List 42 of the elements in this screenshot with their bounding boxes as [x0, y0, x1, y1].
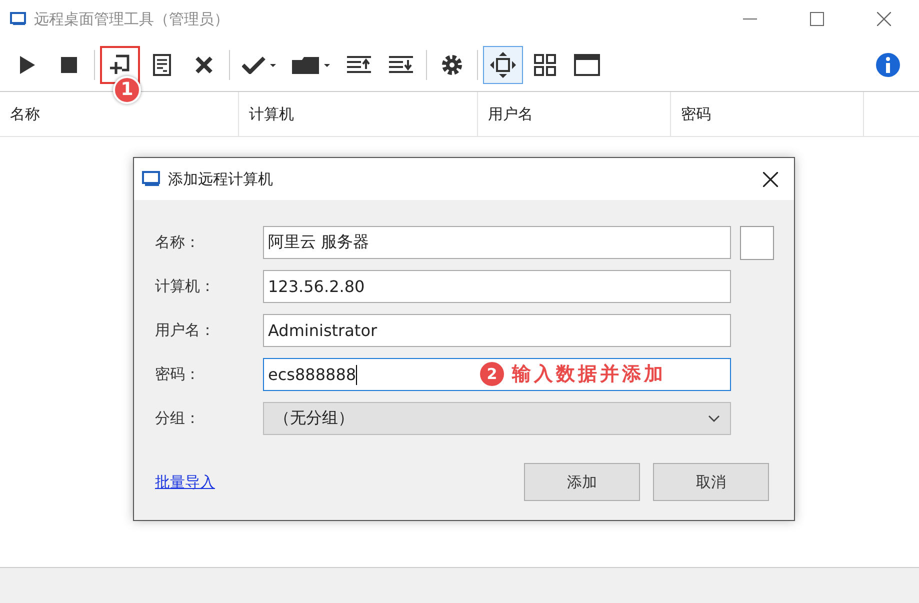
- toolbar-button[interactable]: [483, 46, 523, 84]
- step-callout-tooltip: 1: [113, 76, 141, 104]
- column-header[interactable]: 密码: [671, 92, 864, 136]
- input-field[interactable]: 阿里云 服务器: [263, 226, 731, 259]
- window-icon: [574, 54, 600, 76]
- info-icon: [876, 52, 900, 76]
- check-dropdown-icon: [242, 56, 276, 74]
- grid-icon: [534, 54, 556, 76]
- add-window-icon: [110, 54, 130, 76]
- annotation-text: 输入数据并添加: [512, 362, 666, 387]
- close-icon[interactable]: [763, 172, 778, 186]
- settings-icon: [441, 54, 463, 76]
- dialog-button[interactable]: 添加: [524, 463, 640, 501]
- color-swatch[interactable]: [740, 226, 774, 260]
- field-label: 计算机：: [155, 277, 216, 296]
- fit-screen-icon: [490, 52, 516, 78]
- field-label: 密码：: [155, 365, 201, 384]
- field-label: 用户名：: [155, 321, 216, 340]
- play-icon: [19, 56, 35, 74]
- stop-icon: [61, 56, 77, 72]
- dialog-button[interactable]: 取消: [653, 463, 769, 501]
- dialog-title: 添加远程计算机: [168, 170, 273, 188]
- folder-dropdown-icon: [292, 56, 330, 74]
- input-field[interactable]: Administrator: [263, 314, 731, 347]
- input-field[interactable]: 123.56.2.80: [263, 270, 731, 303]
- field-label: 分组：: [155, 409, 201, 428]
- import-link[interactable]: 批量导入: [155, 472, 215, 492]
- window-title: 远程桌面管理工具（管理员）: [34, 10, 229, 28]
- maximize-icon[interactable]: [810, 12, 824, 26]
- lines-down-arrow-icon: [389, 56, 413, 74]
- app-icon: [10, 12, 26, 26]
- field-label: 名称：: [155, 233, 201, 252]
- column-header[interactable]: 计算机: [239, 92, 478, 136]
- dropdown[interactable]: （无分组）: [263, 402, 731, 435]
- lines-up-arrow-icon: [347, 56, 371, 74]
- step-badge: 2: [480, 362, 504, 386]
- column-header[interactable]: 用户名: [478, 92, 671, 136]
- chevron-down-icon: [708, 415, 720, 422]
- app-icon: [142, 171, 160, 187]
- minimize-icon[interactable]: [743, 18, 757, 20]
- delete-icon: [195, 56, 213, 74]
- document-icon: [153, 54, 171, 76]
